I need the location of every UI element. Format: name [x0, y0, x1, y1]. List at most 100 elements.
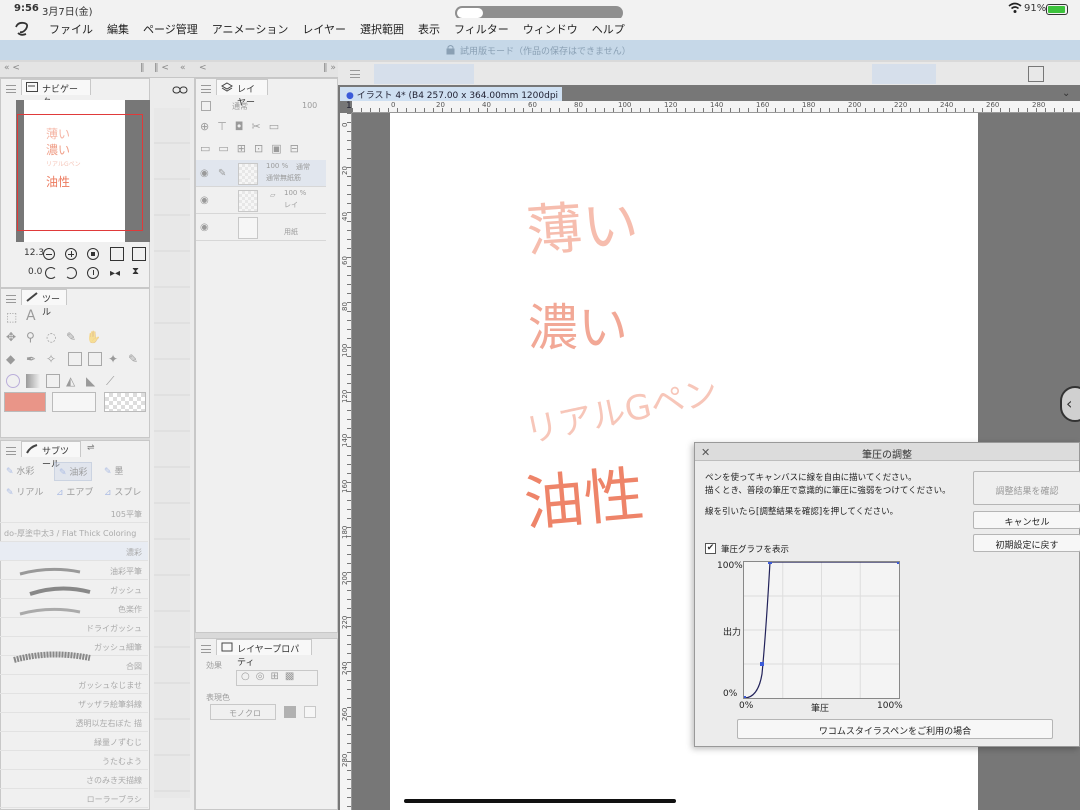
- layer-toolbar-row1[interactable]: ⊕⊤◘✂▭: [200, 120, 330, 136]
- menu-file[interactable]: ファイル: [49, 21, 93, 37]
- move-tool-icon[interactable]: ✥: [6, 330, 20, 344]
- subtool-watercolor[interactable]: ✎ 水彩: [6, 464, 34, 477]
- cancel-button[interactable]: キャンセル: [973, 511, 1080, 529]
- close-icon[interactable]: ✕: [701, 446, 710, 459]
- menu-filter[interactable]: フィルター: [454, 21, 509, 37]
- layer-mask-toggle[interactable]: [201, 101, 211, 111]
- zoom-out-icon[interactable]: [43, 248, 55, 260]
- rotate-right-icon[interactable]: [65, 267, 77, 279]
- figure-tool-icon[interactable]: [46, 374, 60, 388]
- fill-window-icon[interactable]: [132, 247, 146, 261]
- actual-size-icon[interactable]: [87, 248, 99, 260]
- list-item[interactable]: do-厚塗中太3 / Flat Thick Coloring: [0, 523, 148, 542]
- layer-row[interactable]: ◉ ▱ 100 % レイ: [196, 187, 326, 214]
- list-item[interactable]: さのみき天描線: [0, 770, 148, 789]
- opacity-value[interactable]: 100: [302, 101, 317, 110]
- link-icon[interactable]: [172, 84, 188, 96]
- main-color-swatch[interactable]: [4, 392, 46, 412]
- subtool-oil[interactable]: ✎ 油彩: [54, 462, 93, 481]
- pen-tool-icon[interactable]: ✒: [26, 352, 40, 366]
- eye-icon[interactable]: ◉: [200, 195, 209, 206]
- document-tab[interactable]: ● イラスト 4* (B4 257.00 x 364.00mm 1200dpi …: [340, 87, 562, 111]
- menu-edit[interactable]: 編集: [107, 21, 129, 37]
- layer-tab[interactable]: レイヤー: [216, 79, 268, 108]
- flip-horizontal-icon[interactable]: ▸◂: [110, 268, 120, 279]
- tool-tab[interactable]: ツール: [21, 289, 67, 318]
- eyedropper-tool-icon[interactable]: ✎: [66, 330, 80, 344]
- expression-color-select[interactable]: モノクロ: [210, 704, 276, 720]
- hand-tool-icon[interactable]: ✋: [86, 330, 101, 344]
- fit-window-icon[interactable]: [110, 247, 124, 261]
- subtool-real[interactable]: ✎ リアル: [6, 485, 43, 498]
- layer-toolbar-row2[interactable]: ▭▭⊞⊡▣⊟: [200, 142, 330, 158]
- text-tool-icon[interactable]: A: [26, 308, 40, 324]
- show-graph-checkbox[interactable]: ✔: [705, 543, 716, 554]
- pressure-curve-graph[interactable]: [742, 560, 901, 700]
- zoom-tool-icon[interactable]: ⚲: [26, 330, 40, 344]
- confirm-adjustment-button[interactable]: 調整結果を確認: [973, 471, 1080, 505]
- lasso-tool-icon[interactable]: ◌: [46, 330, 60, 344]
- sub-color-swatch[interactable]: [52, 392, 96, 412]
- pointer-tool-icon[interactable]: ⬚: [6, 310, 20, 324]
- list-item-selected[interactable]: 濃彩: [0, 542, 148, 561]
- menu-layer[interactable]: レイヤー: [302, 21, 346, 37]
- menu-view[interactable]: 表示: [418, 21, 440, 37]
- blend-mode-select[interactable]: 通常: [232, 101, 248, 112]
- list-item[interactable]: ローラーブラシ: [0, 789, 148, 808]
- menu-window[interactable]: ウィンドウ: [523, 21, 578, 37]
- subtool-spray[interactable]: ⊿ スプレ: [104, 485, 141, 498]
- eraser-tool-icon[interactable]: ◆: [6, 352, 20, 366]
- chevron-down-icon[interactable]: ⌄: [1062, 88, 1070, 99]
- menu-help[interactable]: ヘルプ: [592, 21, 625, 37]
- clip-studio-logo[interactable]: [12, 21, 34, 37]
- menu-page[interactable]: ページ管理: [143, 21, 198, 37]
- subtool-airbrush[interactable]: ⊿ エアブ: [56, 485, 93, 498]
- fill-tool-icon[interactable]: ◭: [66, 374, 80, 388]
- panel-menu-icon[interactable]: [201, 645, 211, 653]
- panel-menu-icon[interactable]: [6, 85, 16, 93]
- grid-tool-icon[interactable]: [88, 352, 102, 366]
- paper-color-swatch[interactable]: [304, 706, 316, 718]
- menu-animation[interactable]: アニメーション: [212, 21, 289, 37]
- zoom-value[interactable]: 12.3: [24, 248, 44, 258]
- undo-redo-group[interactable]: [374, 64, 474, 84]
- list-item[interactable]: 透明以左右ぼた 描: [0, 713, 148, 732]
- panel-menu-icon[interactable]: [6, 447, 16, 455]
- layer-property-tab[interactable]: レイヤープロパティ: [216, 639, 312, 668]
- eye-icon[interactable]: ◉: [200, 168, 209, 179]
- wacom-pen-button[interactable]: ワコムスタイラスペンをご利用の場合: [737, 719, 1053, 739]
- panel-menu-icon[interactable]: [201, 85, 211, 93]
- airbrush-tool-icon[interactable]: ✎: [128, 352, 142, 366]
- subtool-settings-icon[interactable]: ⇌: [87, 443, 95, 453]
- navigator-view-frame[interactable]: [17, 114, 143, 231]
- home-indicator[interactable]: [404, 799, 676, 803]
- reset-rotation-icon[interactable]: [87, 267, 99, 279]
- magic-wand-icon[interactable]: ✦: [108, 352, 122, 366]
- blend-tool-icon[interactable]: ✧: [46, 352, 60, 366]
- flip-vertical-icon[interactable]: ⧗: [132, 266, 139, 277]
- selection-group[interactable]: [872, 64, 936, 84]
- list-item[interactable]: 105平筆: [0, 504, 148, 523]
- subtool-tab[interactable]: サブツール: [21, 441, 81, 470]
- layer-row[interactable]: ◉ 用紙: [196, 214, 326, 241]
- list-item[interactable]: 緑量ノずむじ: [0, 732, 148, 751]
- ruler-tool-icon[interactable]: ◣: [86, 374, 100, 388]
- effect-buttons[interactable]: ○◎⊞▩: [236, 670, 318, 686]
- rotation-value[interactable]: 0.0: [28, 267, 42, 277]
- gradient-tool-icon[interactable]: [26, 374, 40, 388]
- line-color-swatch[interactable]: [284, 706, 296, 718]
- eye-icon[interactable]: ◉: [200, 222, 209, 233]
- rotate-left-icon[interactable]: [45, 267, 57, 279]
- menu-selection[interactable]: 選択範囲: [360, 21, 404, 37]
- command-menu-icon[interactable]: [350, 70, 360, 78]
- reset-defaults-button[interactable]: 初期設定に戻す: [973, 534, 1080, 552]
- line-tool-icon[interactable]: ⟋: [106, 374, 120, 388]
- frame-tool-icon[interactable]: [68, 352, 82, 366]
- list-item[interactable]: うたむよう: [0, 751, 148, 770]
- layer-row[interactable]: ◉ ✎ 100 % 通常 通常無紙筋: [196, 160, 326, 187]
- side-panel-handle[interactable]: ‹: [1060, 386, 1080, 422]
- subtool-ink[interactable]: ✎ 墨: [104, 464, 123, 477]
- selection-tool-icon[interactable]: [6, 374, 20, 388]
- panel-menu-icon[interactable]: [6, 295, 16, 303]
- zoom-in-icon[interactable]: [65, 248, 77, 260]
